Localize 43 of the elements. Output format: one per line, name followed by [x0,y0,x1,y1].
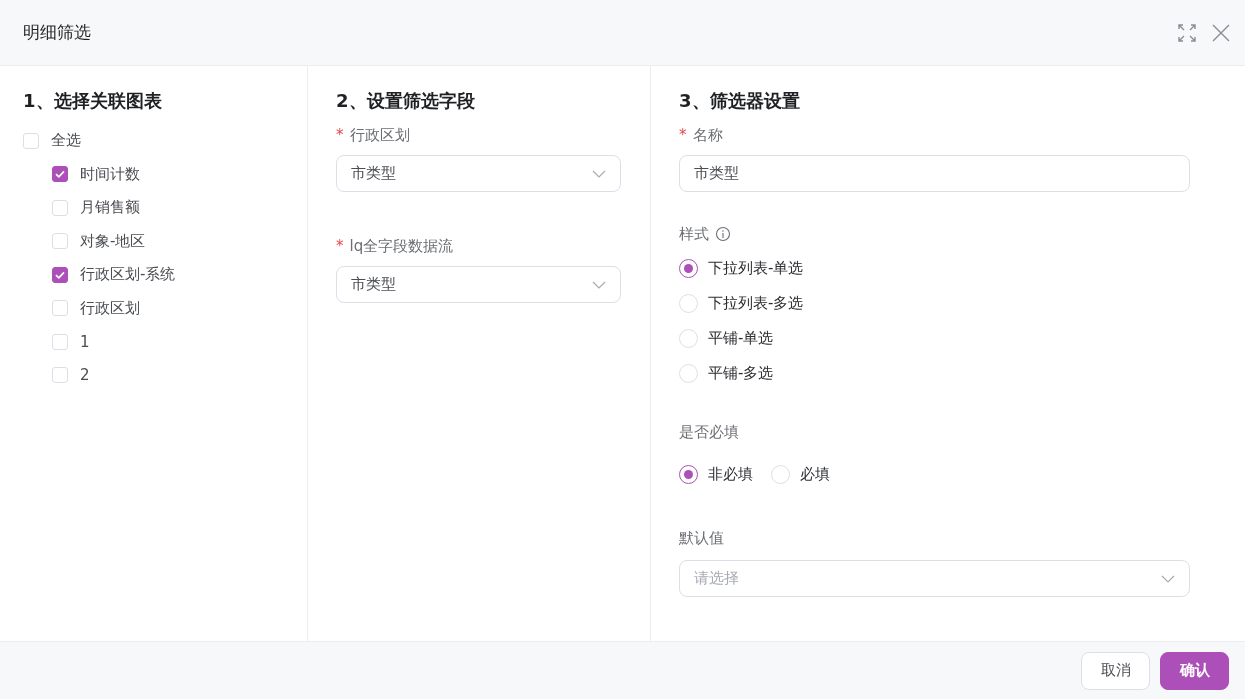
radio-label: 必填 [800,465,830,484]
radio-label: 下拉列表-单选 [708,259,804,278]
checkbox-label: 1 [80,332,90,351]
required-mark: * [336,237,344,255]
chevron-down-icon [1161,574,1175,583]
name-input[interactable]: 市类型 [679,155,1190,192]
radio-button[interactable] [679,259,698,278]
confirm-button[interactable]: 确认 [1160,651,1229,690]
checkbox[interactable] [52,166,68,183]
radio-label: 平铺-多选 [708,364,774,383]
checkbox-label: 行政区划-系统 [80,265,176,285]
field-label: 样式 [679,224,709,244]
checkbox-label: 月销售额 [80,198,140,218]
fullscreen-icon[interactable] [1177,22,1197,43]
close-icon[interactable] [1211,22,1231,43]
field-label: 名称 [692,125,723,145]
field-label: 行政区划 [349,125,410,145]
required-mark: * [679,126,687,144]
field-label: lq全字段数据流 [349,236,454,256]
dialog-title: 明细筛选 [23,21,91,44]
checkbox-label: 时间计数 [80,164,140,184]
field-label: 默认值 [679,529,725,549]
radio-label: 下拉列表-多选 [708,294,804,313]
required-mark: * [336,126,344,144]
chevron-down-icon [592,169,606,178]
checkbox-label: 行政区划 [80,298,140,318]
cancel-button[interactable]: 取消 [1081,651,1150,690]
checkbox-label: 全选 [51,131,81,151]
section-heading: 3、筛选器设置 [679,89,801,113]
radio-label: 平铺-单选 [708,329,774,348]
section-heading: 1、选择关联图表 [23,89,163,113]
checkbox[interactable] [52,266,68,283]
field-label: 是否必填 [679,423,740,443]
radio-button[interactable] [679,465,698,484]
checkbox-label: 2 [80,366,90,385]
radio-label: 非必填 [708,465,753,484]
chevron-down-icon [592,280,606,289]
info-icon [715,226,731,242]
section-heading: 2、设置筛选字段 [336,89,476,113]
select-field[interactable]: 市类型 [336,155,621,192]
select-field[interactable]: 市类型 [336,266,621,303]
checkbox-label: 对象-地区 [80,231,146,251]
checkmark-icon [54,168,66,181]
